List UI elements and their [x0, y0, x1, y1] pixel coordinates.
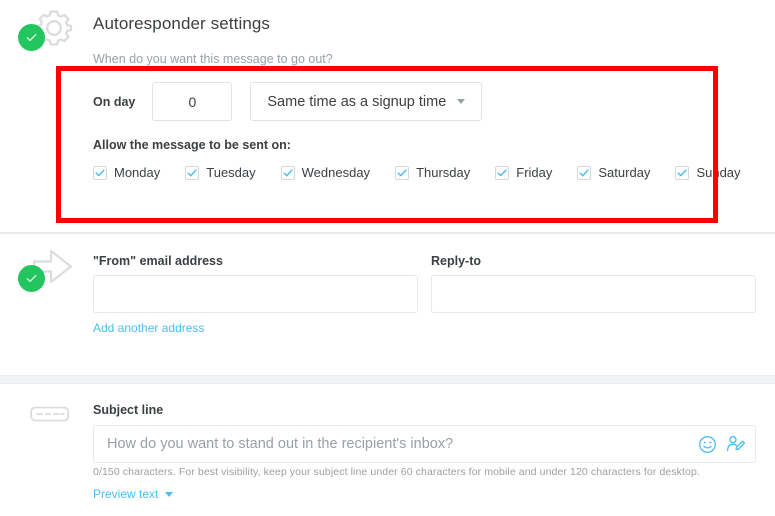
day-checkbox-monday[interactable]: Monday — [93, 165, 160, 180]
time-select-value: Same time as a signup time — [267, 93, 447, 110]
day-label: Tuesday — [206, 165, 256, 180]
day-label: Thursday — [416, 165, 471, 180]
day-checkbox-sunday[interactable]: Sunday — [675, 165, 741, 180]
chevron-down-icon — [457, 99, 466, 104]
time-select-dropdown[interactable]: Same time as a signup time — [250, 82, 483, 121]
day-label: Sunday — [696, 165, 741, 180]
day-label: Friday — [516, 165, 553, 180]
reply-to-label: Reply-to — [431, 254, 481, 268]
day-checkbox-saturday[interactable]: Saturday — [577, 165, 650, 180]
subject-line-input[interactable]: How do you want to stand out in the reci… — [93, 425, 756, 463]
preview-text-toggle[interactable]: Preview text — [93, 487, 174, 501]
section-subtitle: When do you want this message to go out? — [93, 52, 333, 66]
checkbox-icon[interactable] — [395, 165, 410, 180]
day-label: Wednesday — [301, 165, 371, 180]
checkbox-icon[interactable] — [280, 165, 295, 180]
day-checkbox-thursday[interactable]: Thursday — [395, 165, 470, 180]
subject-line-placeholder: How do you want to stand out in the reci… — [107, 436, 454, 452]
checkbox-icon[interactable] — [675, 165, 690, 180]
autoresponder-settings-card: Autoresponder settings When do you want … — [0, 0, 775, 233]
on-day-label: On day — [93, 94, 136, 109]
reply-to-input[interactable] — [431, 275, 756, 313]
checkbox-icon[interactable] — [495, 165, 510, 180]
autoresponder-settings-page: Autoresponder settings When do you want … — [0, 0, 775, 516]
day-checkbox-tuesday[interactable]: Tuesday — [185, 165, 256, 180]
person-edit-icon[interactable] — [721, 430, 749, 458]
status-badge-check — [18, 24, 45, 51]
add-another-address-link[interactable]: Add another address — [93, 321, 204, 335]
days-checkbox-row: Monday Tuesday Wednesday Thursday Friday… — [93, 165, 741, 180]
day-checkbox-friday[interactable]: Friday — [495, 165, 552, 180]
page-title: Autoresponder settings — [93, 14, 271, 33]
arrow-right-icon-group — [18, 247, 76, 297]
day-label: Monday — [114, 165, 161, 180]
from-email-label: "From" email address — [93, 254, 223, 268]
subject-line-icon-group — [18, 405, 76, 429]
checkbox-icon[interactable] — [577, 165, 592, 180]
day-label: Saturday — [598, 165, 651, 180]
subject-line-icon — [30, 405, 70, 430]
smiley-face-icon[interactable] — [693, 430, 721, 458]
subject-line-label: Subject line — [93, 403, 164, 417]
chevron-down-icon — [165, 491, 174, 497]
checkbox-icon[interactable] — [93, 165, 107, 180]
subject-line-help-text: 0/150 characters. For best visibility, k… — [93, 466, 700, 478]
status-badge-check — [18, 265, 45, 292]
day-checkbox-wednesday[interactable]: Wednesday — [280, 165, 371, 180]
on-day-input[interactable]: 0 — [152, 82, 233, 121]
from-email-input[interactable] — [93, 275, 418, 313]
on-day-row: On day 0 Same time as a signup time — [93, 82, 483, 121]
checkbox-icon[interactable] — [185, 165, 200, 180]
preview-text-label: Preview text — [93, 487, 159, 501]
gear-icon-group — [18, 4, 76, 62]
days-heading: Allow the message to be sent on: — [93, 138, 291, 152]
